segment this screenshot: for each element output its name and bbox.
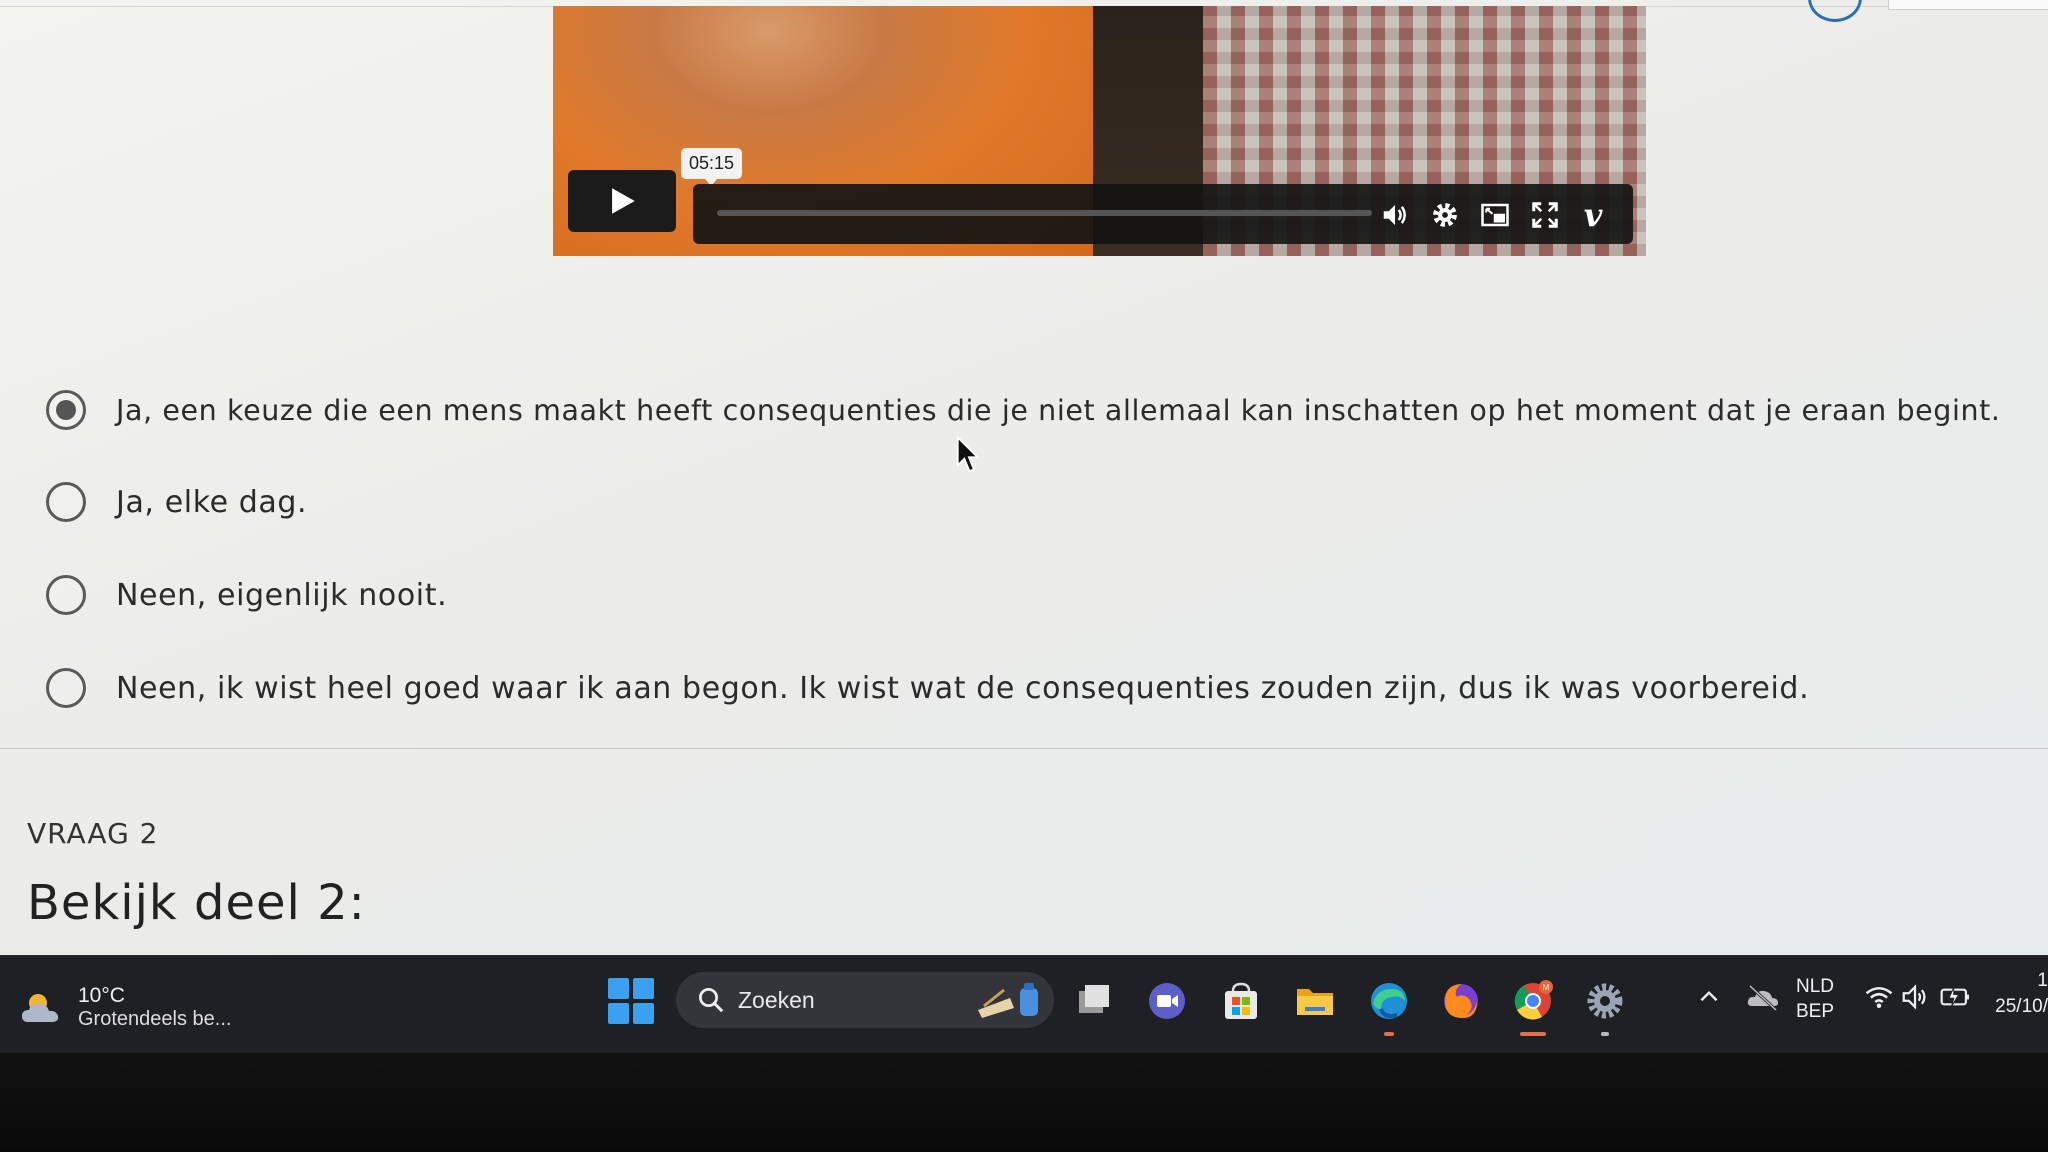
keyboard-layout: BEP (1796, 1001, 1835, 1022)
play-button[interactable] (568, 170, 676, 232)
answer-option-1[interactable]: Ja, een keuze die een mens maakt heeft c… (46, 380, 2036, 440)
picture-in-picture-icon[interactable] (1478, 198, 1512, 232)
app-active-indicator (1520, 1032, 1546, 1036)
time-tooltip: 05:15 (681, 148, 743, 186)
start-tile (633, 978, 654, 999)
progress-bar[interactable] (717, 210, 1372, 216)
answer-label: Neen, ik wist heel goed waar ik aan bego… (116, 670, 1810, 706)
fullscreen-icon[interactable] (1528, 198, 1562, 232)
clock-time: 1 (2037, 970, 2048, 991)
vimeo-logo-icon[interactable]: v (1576, 196, 1610, 234)
svg-text:M: M (1543, 983, 1550, 992)
mouse-pointer-icon (956, 436, 980, 473)
weather-temperature: 10°C (78, 984, 125, 1007)
taskbar-search[interactable]: Zoeken (676, 972, 1054, 1028)
play-icon (612, 188, 635, 214)
wifi-icon[interactable] (1864, 984, 1894, 1010)
system-clock[interactable]: 1 25/10/ (1990, 968, 2048, 1020)
chevron-up-icon[interactable] (1696, 984, 1722, 1010)
gear-icon[interactable] (1428, 198, 1462, 232)
language-indicator[interactable]: NLD BEP (1796, 974, 1834, 1024)
start-tile (608, 1003, 629, 1024)
radio-button[interactable] (46, 390, 86, 430)
progress-ring (1808, 0, 1862, 22)
task-view-icon[interactable] (1068, 974, 1122, 1028)
cloud-sun-icon (22, 993, 59, 1022)
answer-label: Ja, elke dag. (116, 484, 308, 520)
weather-widget[interactable]: 10°C Grotendeels be... (18, 984, 231, 1031)
search-icon (699, 988, 724, 1013)
search-highlight-icon (978, 983, 1038, 1018)
browser-content: 05:15 v Ja, een keuze die een mens maakt… (0, 0, 2048, 970)
search-label: Zoeken (738, 986, 815, 1013)
monitor-bezel (0, 1053, 2048, 1152)
edge-icon[interactable] (1362, 974, 1416, 1036)
chrome-icon[interactable]: M (1506, 974, 1560, 1036)
start-tile (633, 1003, 654, 1024)
radio-button[interactable] (46, 668, 86, 708)
answer-option-4[interactable]: Neen, ik wist heel goed waar ik aan bego… (46, 658, 2036, 718)
question-number: VRAAG 2 (27, 817, 159, 850)
onedrive-icon[interactable] (1746, 982, 1780, 1012)
app-running-indicator (1384, 1032, 1394, 1036)
battery-charging-icon[interactable] (1938, 982, 1972, 1012)
app-running-indicator (1601, 1032, 1609, 1036)
firefox-icon[interactable] (1434, 974, 1488, 1028)
question-title: Bekijk deel 2: (27, 875, 366, 931)
settings-gear-icon[interactable] (1578, 974, 1632, 1036)
windows-taskbar: 10°C Grotendeels be... Zoeken M NLD BEP … (0, 955, 2048, 1054)
top-right-button[interactable] (1888, 0, 2048, 10)
windows-start-icon[interactable] (608, 978, 654, 1024)
clock-date: 25/10/ (1995, 996, 2048, 1017)
start-tile (608, 978, 629, 999)
volume-icon[interactable] (1378, 198, 1412, 232)
video-player[interactable]: 05:15 v (553, 6, 1646, 256)
answer-option-2[interactable]: Ja, elke dag. (46, 472, 2036, 532)
radio-button[interactable] (46, 575, 86, 615)
answer-option-3[interactable]: Neen, eigenlijk nooit. (46, 565, 2036, 625)
file-explorer-icon[interactable] (1288, 974, 1342, 1028)
answer-label: Neen, eigenlijk nooit. (116, 577, 448, 613)
radio-button[interactable] (46, 482, 86, 522)
teams-meet-icon[interactable] (1140, 974, 1194, 1028)
weather-description: Grotendeels be... (78, 1008, 232, 1030)
microsoft-store-icon[interactable] (1214, 974, 1268, 1028)
section-divider (0, 748, 2048, 749)
speaker-icon[interactable] (1900, 982, 1930, 1012)
video-control-bar: v (693, 184, 1633, 244)
answer-label: Ja, een keuze die een mens maakt heeft c… (116, 393, 2001, 427)
language-code: NLD (1796, 976, 1835, 997)
